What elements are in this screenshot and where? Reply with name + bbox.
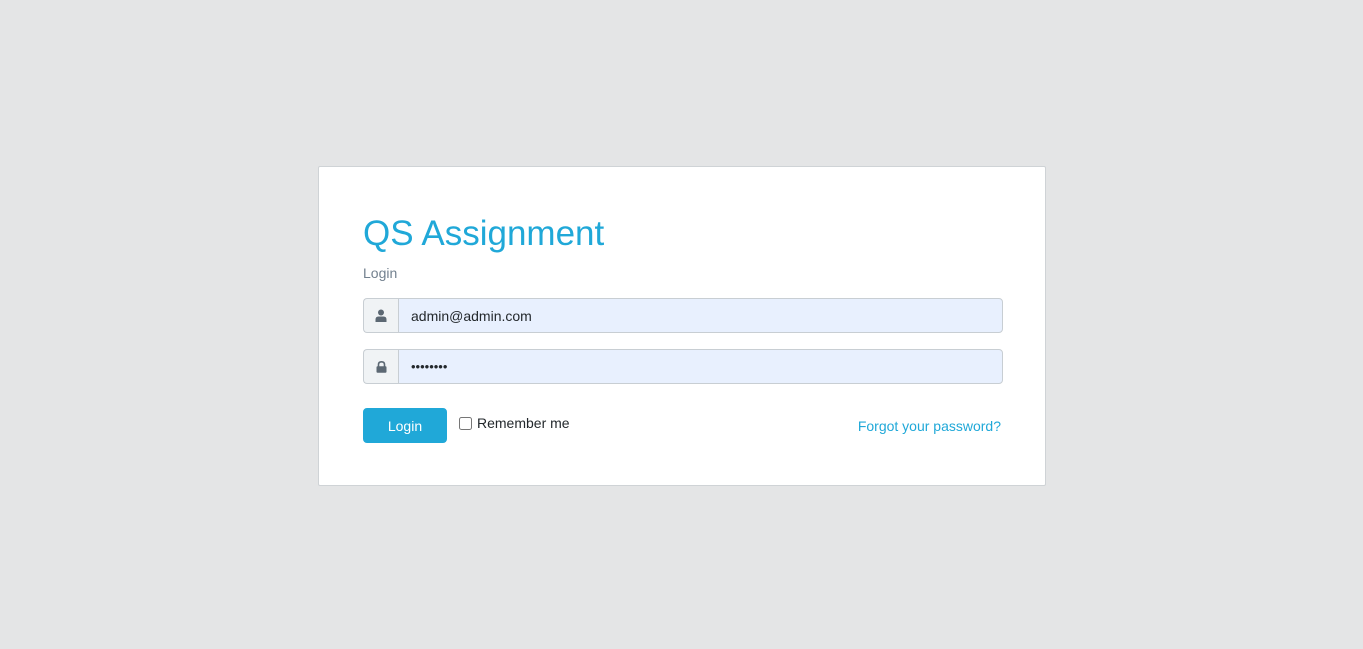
password-input-group [363, 349, 1003, 384]
login-subtitle: Login [363, 265, 398, 281]
login-button[interactable]: Login [363, 408, 447, 443]
email-input-group [363, 298, 1003, 333]
app-title: QS Assignment [363, 214, 605, 253]
login-card: QS Assignment Login Login Remember me Fo… [318, 166, 1046, 486]
remember-me-checkbox[interactable] [459, 416, 472, 430]
remember-me[interactable]: Remember me [459, 415, 570, 431]
forgot-password-link[interactable]: Forgot your password? [858, 418, 1001, 434]
user-icon [363, 298, 398, 333]
email-field[interactable] [398, 298, 1003, 333]
remember-me-label: Remember me [477, 415, 570, 431]
lock-icon [363, 349, 398, 384]
password-field[interactable] [398, 349, 1003, 384]
